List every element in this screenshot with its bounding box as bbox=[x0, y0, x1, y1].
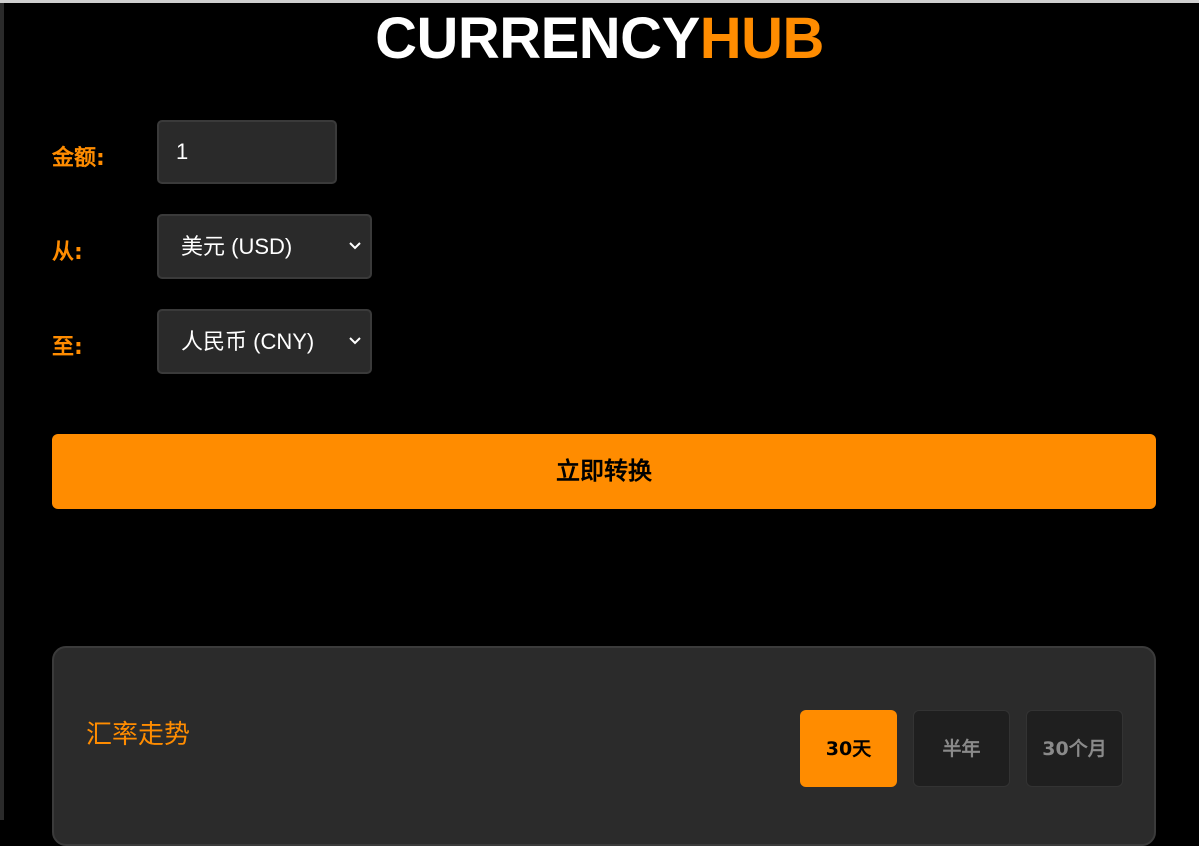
range-half-year-button[interactable]: 半年 bbox=[913, 710, 1010, 787]
range-30-months-label: 30个月 bbox=[1042, 737, 1107, 760]
to-currency-select[interactable]: 人民币 (CNY) bbox=[157, 309, 372, 374]
convert-button[interactable]: 立即转换 bbox=[52, 434, 1156, 509]
window-left-border bbox=[0, 3, 4, 820]
logo-text-hub: HUB bbox=[699, 6, 825, 71]
amount-input[interactable]: 1 bbox=[157, 120, 337, 184]
range-half-year-label: 半年 bbox=[942, 737, 981, 760]
range-30-days-button[interactable]: 30天 bbox=[800, 710, 897, 787]
app-logo: CURRENCYHUB bbox=[0, 4, 1199, 74]
to-currency-value: 人民币 (CNY) bbox=[181, 329, 315, 354]
to-label: 至: bbox=[52, 335, 83, 360]
rate-trend-panel: 汇率走势 30天 半年 30个月 bbox=[52, 646, 1156, 846]
range-30-months-button[interactable]: 30个月 bbox=[1026, 710, 1123, 787]
from-label: 从: bbox=[52, 240, 83, 265]
range-30-days-label: 30天 bbox=[825, 737, 872, 760]
amount-label: 金额: bbox=[52, 146, 105, 171]
chevron-down-icon bbox=[348, 216, 362, 303]
chevron-down-icon bbox=[348, 311, 362, 398]
rate-trend-title: 汇率走势 bbox=[86, 720, 191, 750]
from-currency-select[interactable]: 美元 (USD) bbox=[157, 214, 372, 279]
amount-value: 1 bbox=[176, 139, 189, 164]
window-top-border bbox=[0, 0, 1199, 3]
logo-text-currency: CURRENCY bbox=[375, 6, 700, 71]
from-currency-value: 美元 (USD) bbox=[181, 234, 293, 259]
